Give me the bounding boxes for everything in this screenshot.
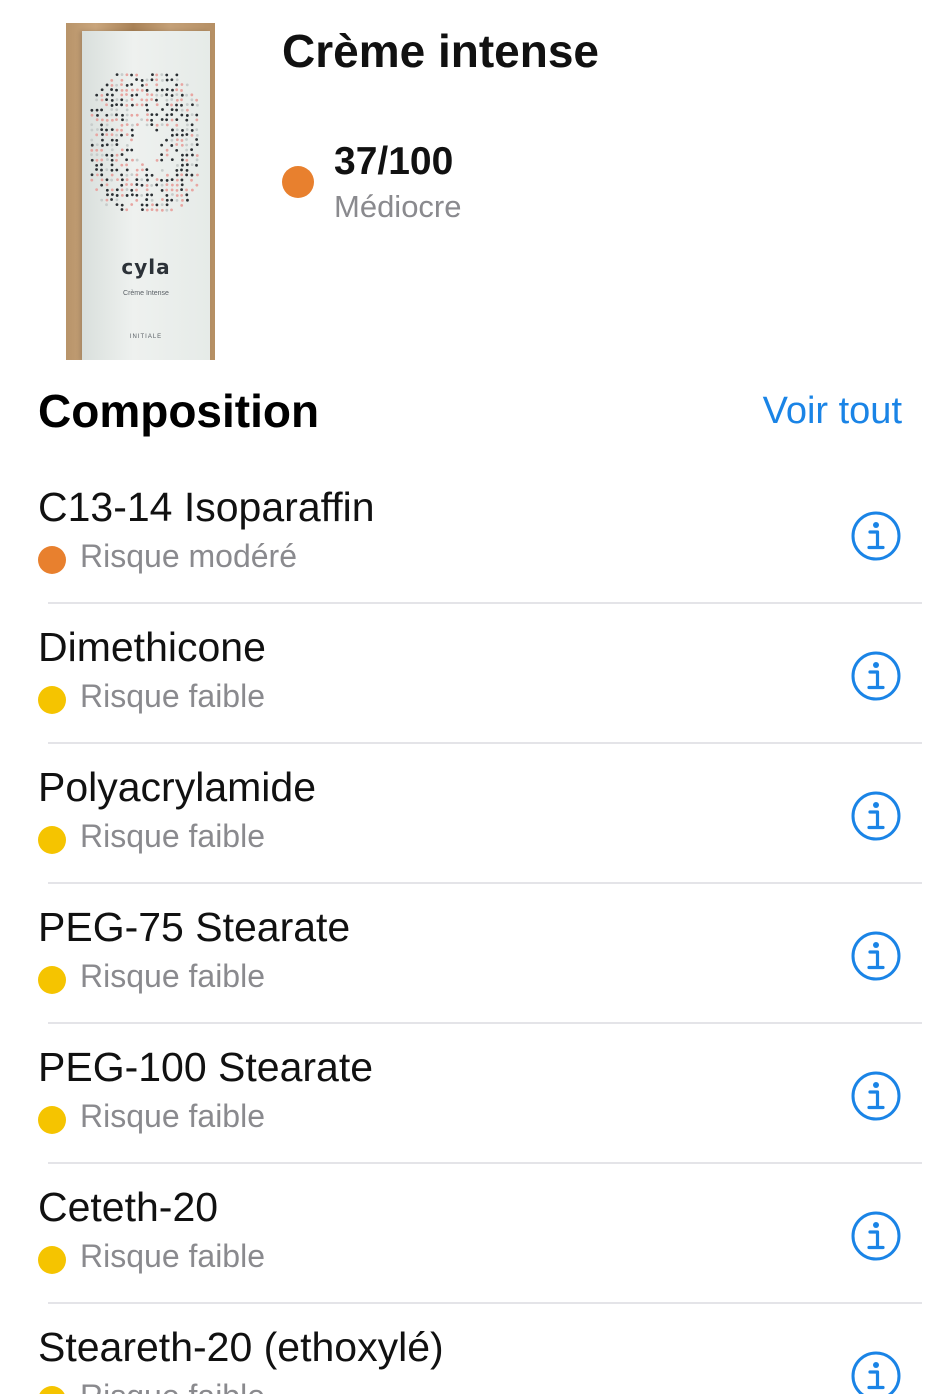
- info-icon[interactable]: [850, 790, 902, 842]
- dot-pattern-graphic: [90, 73, 199, 212]
- ingredient-name: PEG-75 Stearate: [38, 904, 351, 950]
- ingredient-risk-label: Risque faible: [80, 1238, 265, 1274]
- ingredient-row[interactable]: Ceteth-20 Risque faible: [0, 1164, 942, 1304]
- info-icon[interactable]: [850, 930, 902, 982]
- ingredient-risk-label: Risque faible: [80, 958, 265, 994]
- ingredient-risk-label: Risque faible: [80, 678, 265, 714]
- ingredient-row[interactable]: Dimethicone Risque faible: [0, 604, 942, 744]
- risk-indicator-dot: [38, 1246, 66, 1274]
- risk-indicator-dot: [38, 826, 66, 854]
- ingredient-name: Polyacrylamide: [38, 764, 316, 810]
- risk-indicator-dot: [38, 1386, 66, 1394]
- ingredient-row[interactable]: Polyacrylamide Risque faible: [0, 744, 942, 884]
- info-icon[interactable]: [850, 1210, 902, 1262]
- product-detail-screen: cyla Crème Intense INITIALE Crème intens…: [0, 0, 942, 1394]
- ingredient-risk-label: Risque faible: [80, 1098, 265, 1134]
- info-icon[interactable]: [850, 650, 902, 702]
- product-title: Crème intense: [282, 25, 600, 77]
- ingredient-row[interactable]: C13-14 Isoparaffin Risque modéré: [0, 464, 942, 604]
- product-image-subtitle: Crème Intense: [123, 290, 169, 297]
- product-image-footer: INITIALE: [129, 334, 163, 340]
- risk-indicator-dot: [38, 546, 66, 574]
- score-indicator-dot: [282, 166, 314, 198]
- product-image: cyla Crème Intense INITIALE: [66, 23, 215, 360]
- risk-indicator-dot: [38, 1106, 66, 1134]
- product-image-brand: cyla: [121, 255, 171, 279]
- ingredient-name: C13-14 Isoparaffin: [38, 484, 375, 530]
- ingredient-risk-label: Risque modéré: [80, 538, 297, 574]
- see-all-link[interactable]: Voir tout: [763, 390, 902, 433]
- ingredient-name: Dimethicone: [38, 624, 266, 670]
- ingredient-row[interactable]: Steareth-20 (ethoxylé) Risque faible: [0, 1304, 942, 1394]
- product-box: cyla Crème Intense INITIALE: [82, 31, 210, 360]
- ingredient-list: C13-14 Isoparaffin Risque modéré Dimethico…: [0, 464, 942, 1394]
- ingredient-name: Steareth-20 (ethoxylé): [38, 1324, 444, 1370]
- ingredient-name: Ceteth-20: [38, 1184, 219, 1230]
- risk-indicator-dot: [38, 966, 66, 994]
- ingredient-name: PEG-100 Stearate: [38, 1044, 374, 1090]
- ingredient-risk-label: Risque faible: [80, 818, 265, 854]
- risk-indicator-dot: [38, 686, 66, 714]
- ingredient-risk-label: Risque faible: [80, 1378, 265, 1394]
- score-rating-label: Médiocre: [334, 189, 462, 224]
- score-value: 37/100: [334, 140, 454, 183]
- info-icon[interactable]: [850, 510, 902, 562]
- composition-title: Composition: [38, 385, 320, 437]
- info-icon[interactable]: [850, 1350, 902, 1394]
- ingredient-row[interactable]: PEG-100 Stearate Risque faible: [0, 1024, 942, 1164]
- info-icon[interactable]: [850, 1070, 902, 1122]
- ingredient-row[interactable]: PEG-75 Stearate Risque faible: [0, 884, 942, 1024]
